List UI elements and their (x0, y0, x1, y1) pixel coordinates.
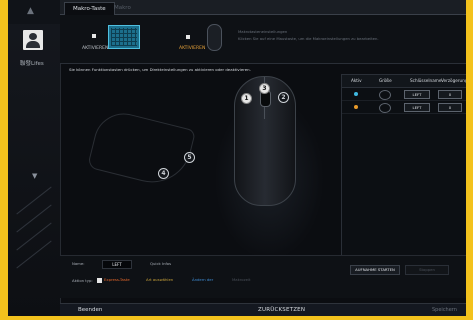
profile-label[interactable]: 聯發Lifes (20, 59, 44, 67)
exit-button[interactable]: Beenden (78, 307, 102, 313)
table-row[interactable]: LEFT 0 (342, 88, 466, 101)
quick-info-label: Quick Infos (150, 261, 172, 266)
user-profile-icon[interactable] (23, 30, 43, 50)
status-dot-icon (354, 105, 358, 109)
sidebar-line (16, 186, 52, 215)
mouse-button-4[interactable]: 4 (158, 168, 169, 179)
name-field[interactable]: LEFT (102, 260, 132, 269)
knob-icon[interactable] (379, 90, 391, 100)
mouse-side-outline (86, 107, 197, 191)
instruction-text: Sie können Funktionstasten drücken, um D… (69, 67, 251, 72)
mouse-button-2[interactable]: 2 (278, 92, 289, 103)
reset-button[interactable]: ZURÜCKSETZEN (258, 307, 305, 313)
macro-settings: Name: LEFT Quick Infos AUFNAHME STARTEN … (60, 255, 466, 298)
table-header: Aktiv Größe Schlüsselname Verzögerungsze… (342, 75, 466, 88)
express-key-checkbox[interactable] (97, 278, 102, 283)
mouse-button-5[interactable]: 5 (184, 152, 195, 163)
info-box: Makrotasteneinstellungen Klicken Sie auf… (238, 20, 460, 50)
column-delay: Verzögerungszeit (441, 78, 466, 83)
mouse-toggle[interactable] (186, 35, 190, 39)
record-start-button[interactable]: AUFNAHME STARTEN (350, 265, 400, 275)
status-bar: Beenden ZURÜCKSETZEN Speichern (60, 303, 466, 316)
action-type-label: Aktion typ: (72, 278, 93, 283)
option-express-key[interactable]: Express-Taste (104, 277, 130, 282)
mouse-activate-label[interactable]: AKTIVIEREN (179, 46, 205, 51)
collapse-arrow-icon[interactable]: ▲ (27, 6, 34, 16)
option-change[interactable]: Ändern der (192, 277, 213, 282)
column-size: Größe (379, 78, 392, 83)
device-selector: AKTIVIEREN AKTIVIEREN Makrotasteneinstel… (60, 15, 466, 64)
key-name-field[interactable]: LEFT (404, 90, 430, 99)
record-stop-button[interactable]: Stoppen (405, 265, 449, 275)
option-macro-time[interactable]: Makrozeit (232, 277, 250, 282)
expand-caret-icon[interactable]: ▼ (32, 172, 37, 180)
mouse-button-3[interactable]: 3 (259, 83, 270, 94)
key-assignment-table: Aktiv Größe Schlüsselname Verzögerungsze… (341, 74, 466, 272)
keyboard-toggle[interactable] (92, 34, 96, 38)
knob-icon[interactable] (379, 103, 391, 113)
key-name-field[interactable]: LEFT (404, 103, 430, 112)
delay-field[interactable]: 0 (438, 90, 462, 99)
column-active: Aktiv (351, 78, 362, 83)
tab-macro[interactable]: Makro (106, 2, 139, 14)
status-dot-icon (354, 92, 358, 96)
tab-bar: Makro-Taste Makro (60, 0, 466, 15)
app-window: ▲ 聯發Lifes ▼ Makro-Taste Makro AKTIVIEREN… (8, 0, 466, 316)
mouse-icon[interactable] (207, 24, 222, 51)
column-key-name: Schlüsselname (410, 78, 442, 83)
info-title: Makrotasteneinstellungen (238, 29, 288, 34)
save-button[interactable]: Speichern (432, 307, 457, 313)
info-description: Klicken Sie auf eine Maustaste, um die M… (238, 36, 379, 41)
option-select-type[interactable]: Art auswählen (146, 277, 173, 282)
keyboard-icon[interactable] (108, 25, 140, 49)
keyboard-activate-label[interactable]: AKTIVIEREN (82, 46, 108, 51)
delay-field[interactable]: 0 (438, 103, 462, 112)
table-row[interactable]: LEFT 0 (342, 101, 466, 114)
sidebar: ▲ 聯發Lifes ▼ (8, 0, 61, 316)
mouse-button-1[interactable]: 1 (241, 93, 252, 104)
name-label: Name: (72, 261, 85, 266)
sidebar-header: ▲ (8, 0, 60, 24)
